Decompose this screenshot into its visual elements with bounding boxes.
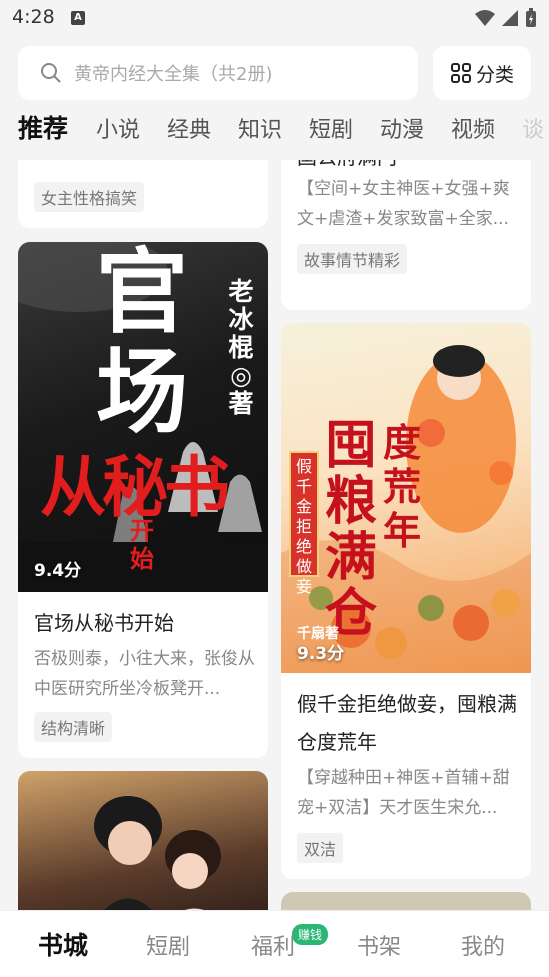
tab-classic[interactable]: 经典 [167, 112, 211, 144]
tab-more[interactable]: 谈 [522, 112, 544, 144]
cover-author: 老冰棍◎著 [228, 277, 254, 418]
cover-title-a: 囤粮满仓 [325, 415, 378, 644]
cover-title-large: 官场 [96, 242, 188, 442]
signal-icon [502, 10, 518, 26]
earn-money-badge: 赚钱 [292, 924, 329, 945]
cover-title-b: 度荒年 [383, 420, 422, 553]
category-label: 分类 [475, 63, 514, 86]
tab-video[interactable]: 视频 [451, 112, 495, 144]
tab-short-drama[interactable]: 短剧 [309, 112, 353, 144]
book-card-guanchang[interactable]: 官场 老冰棍◎著 从秘书 开始 9.4分 官场从秘书开始 否极则泰，小往大来，张… [18, 242, 268, 758]
book-score: 9.4分 [34, 561, 82, 581]
book-title: 假千金拒绝做妾，囤粮满仓度荒年 [297, 692, 517, 754]
cover-illustration [94, 796, 221, 910]
book-card-partial-right[interactable]: 国公府满门 【空间+女主神医+女强+爽文+虐渣+发家致富+全家... 故事情节精… [281, 160, 531, 310]
book-description: 【穿越种田+神医+首辅+甜宠+双洁】天才医生宋允... [297, 768, 510, 818]
tab-anime[interactable]: 动漫 [380, 112, 424, 144]
grid-icon [450, 63, 471, 83]
status-icons [475, 8, 537, 28]
nav-profile[interactable]: 我的 [461, 929, 505, 961]
tab-knowledge[interactable]: 知识 [238, 112, 282, 144]
book-card-partial-left[interactable]: 女主性格搞笑 [18, 160, 268, 228]
book-score: 9.3分 [297, 644, 345, 664]
category-button[interactable]: 分类 [433, 46, 531, 100]
notification-icon: A [71, 11, 85, 25]
cover-char-guan: 官 [96, 242, 188, 346]
cover-title-red: 从秘书 [40, 449, 230, 526]
book-tag: 女主性格搞笑 [34, 182, 145, 212]
tab-recommend[interactable]: 推荐 [18, 112, 68, 145]
cover-subtitle: 假千金拒绝做妾 [289, 451, 319, 596]
tab-novel[interactable]: 小说 [96, 112, 140, 144]
book-card-jiaqianjin[interactable]: 假千金拒绝做妾 囤粮满仓 度荒年 千扇著 9.3分 假千金拒绝做妾，囤粮满仓度荒… [281, 323, 531, 879]
book-card-partial-bottom-right[interactable] [281, 892, 531, 910]
search-bar[interactable]: 黄帝内经大全集（共2册) [18, 46, 418, 100]
status-bar: 4:28 A [0, 0, 549, 36]
book-cover: 假千金拒绝做妾 囤粮满仓 度荒年 千扇著 9.3分 [281, 323, 531, 673]
book-tag: 结构清晰 [34, 712, 113, 742]
cover-subtitle: 开始 [130, 517, 154, 573]
wifi-icon [475, 10, 495, 26]
book-feed[interactable]: 女主性格搞笑 国公府满门 【空间+女主神医+女强+爽文+虐渣+发家致富+全家..… [0, 160, 549, 910]
category-tabs: 推荐 小说 经典 知识 短剧 动漫 视频 谈 [0, 112, 549, 158]
search-placeholder: 黄帝内经大全集（共2册) [74, 64, 273, 85]
book-tag: 双洁 [297, 833, 344, 863]
nav-bookstore[interactable]: 书城 [38, 926, 88, 962]
bottom-navigation: 书城 短剧 福利 书架 我的 [0, 910, 549, 977]
book-cover: 官场 老冰棍◎著 从秘书 开始 9.4分 [18, 242, 268, 592]
battery-icon [526, 8, 536, 27]
book-title: 官场从秘书开始 [34, 611, 174, 635]
book-card-partial-bottom-left[interactable] [18, 771, 268, 910]
nav-bookshelf[interactable]: 书架 [357, 929, 401, 961]
book-description: 否极则泰，小往大来，张俊从中医研究所坐冷板凳开... [34, 649, 255, 699]
cover-char-chang: 场 [96, 338, 188, 446]
status-time: 4:28 [12, 6, 55, 28]
book-tag: 故事情节精彩 [297, 244, 408, 274]
nav-welfare[interactable]: 福利 [251, 929, 295, 961]
book-description: 【空间+女主神医+女强+爽文+虐渣+发家致富+全家... [297, 179, 510, 229]
search-icon [41, 63, 61, 83]
nav-short-drama[interactable]: 短剧 [146, 929, 190, 961]
